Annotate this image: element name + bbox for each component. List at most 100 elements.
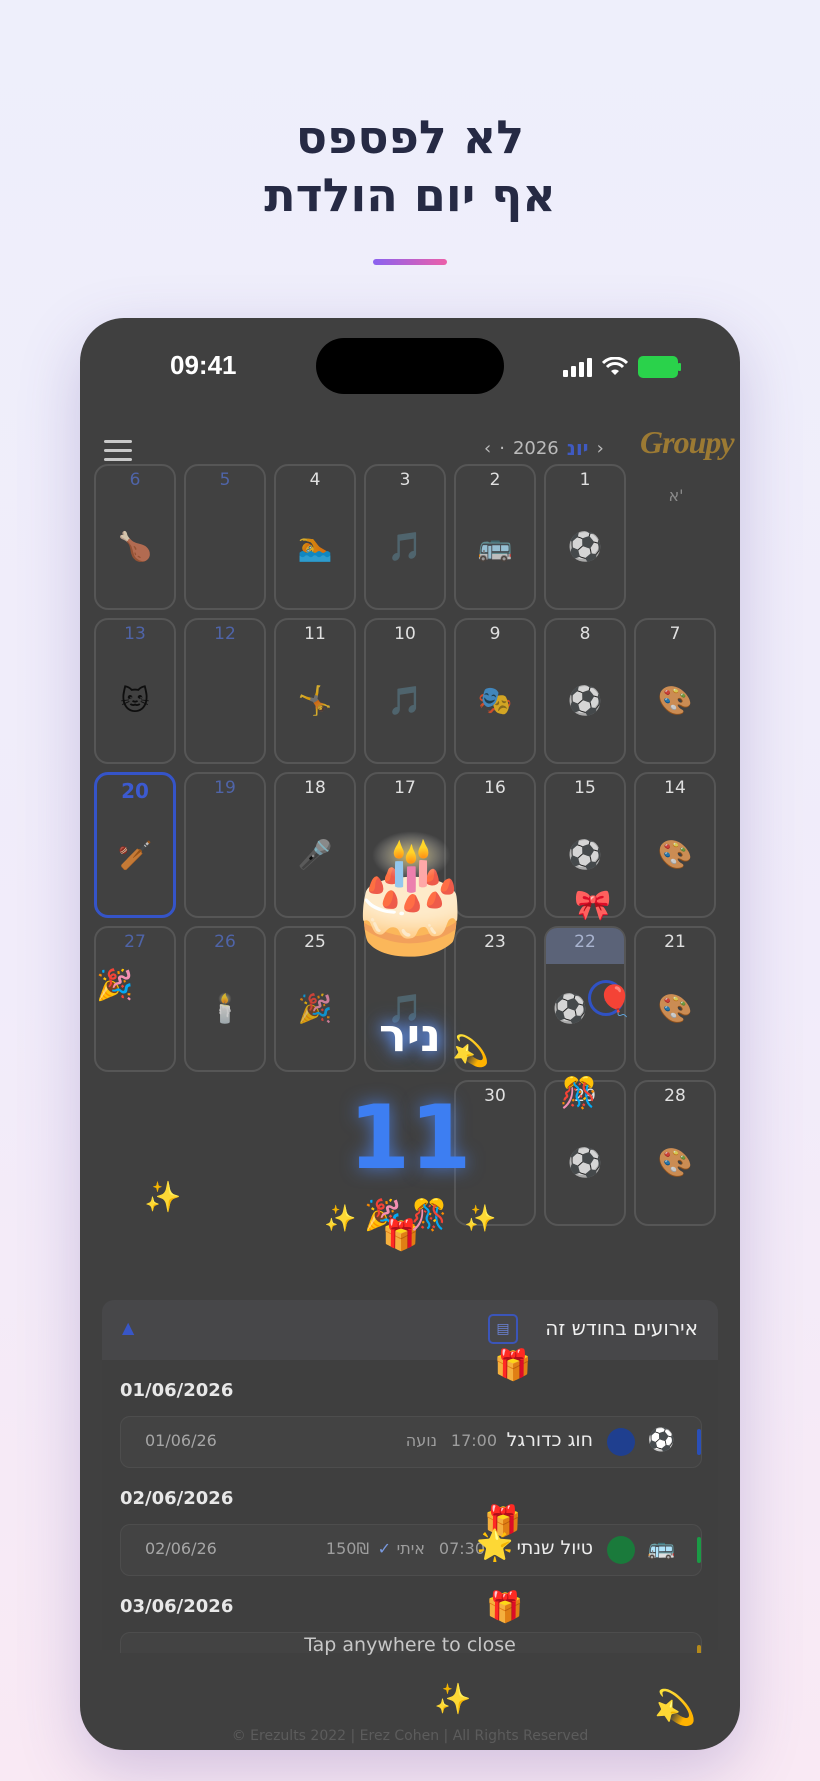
day-event-emoji: 🎭 xyxy=(477,684,513,717)
calendar-day-cell[interactable]: 26 🕯️ xyxy=(184,926,266,1072)
event-date-heading: 03/06/2026 xyxy=(120,1596,234,1617)
dizzy-sparkle-icon: 💫 xyxy=(452,1034,490,1069)
event-price: 150₪ xyxy=(325,1539,369,1558)
nav-separator: · xyxy=(499,437,505,459)
calendar-day-cell[interactable]: 2 🚌 xyxy=(454,464,536,610)
events-section-header[interactable]: אירועים בחודש זה ▤ ▲ xyxy=(102,1300,718,1360)
day-number: 28 xyxy=(664,1086,686,1106)
dizzy-sparkle-icon: 💫 xyxy=(654,1688,697,1728)
calendar-day-cell[interactable]: 6 🍗 xyxy=(94,464,176,610)
balloon-icon: 🎈 xyxy=(596,984,634,1019)
calendar-day-cell[interactable]: 20 🏏 xyxy=(94,772,176,918)
calendar-day-cell[interactable]: 8 ⚽ xyxy=(544,618,626,764)
calendar-day-cell[interactable]: 12 xyxy=(184,618,266,764)
event-title: חוג כדורגל xyxy=(506,1429,593,1451)
star-icon: 🌟 xyxy=(476,1528,514,1563)
sparkles-icon: ✨ xyxy=(464,1204,497,1234)
confetti-ball-icon: 🎊 xyxy=(410,1198,448,1233)
calendar-day-cell[interactable]: 21 🎨 xyxy=(634,926,716,1072)
event-row[interactable]: 🚌 טיול שנתי 07:30 איתי ✓ 150₪ 02/06/26 xyxy=(120,1524,702,1576)
day-event-emoji: 🎨 xyxy=(657,684,693,717)
calendar-day-cell[interactable]: 3 🎵 xyxy=(364,464,446,610)
dynamic-island xyxy=(316,338,504,394)
day-number: 10 xyxy=(394,624,416,644)
tap-to-close-hint[interactable]: Tap anywhere to close xyxy=(80,1634,740,1656)
event-color-dot xyxy=(607,1428,635,1456)
calendar-day-cell[interactable]: 5 xyxy=(184,464,266,610)
day-number: 8 xyxy=(579,624,591,644)
day-number: 7 xyxy=(669,624,681,644)
calendar-day-cell[interactable]: 1 ⚽ xyxy=(544,464,626,610)
day-number: 11 xyxy=(304,624,326,644)
gift-icon: 🎁 xyxy=(486,1590,524,1625)
chevron-right-icon[interactable]: › xyxy=(597,438,604,459)
hamburger-icon[interactable] xyxy=(104,434,132,467)
month-label: יונ xyxy=(566,436,589,460)
accent-divider xyxy=(373,259,447,265)
event-color-bar xyxy=(697,1429,701,1455)
event-color-bar xyxy=(697,1537,701,1563)
headline-line-2: אף יום הולדת xyxy=(264,168,556,222)
day-number: 4 xyxy=(309,470,321,490)
calendar-day-cell[interactable]: 28 🎨 xyxy=(634,1080,716,1226)
event-title: טיול שנתי xyxy=(516,1537,593,1559)
event-date-heading: 02/06/2026 xyxy=(120,1488,234,1509)
event-person: איתי xyxy=(396,1539,425,1558)
event-emoji: ⚽ xyxy=(647,1428,675,1453)
sparkles-icon: ✨ xyxy=(324,1204,357,1234)
status-time: 09:41 xyxy=(170,350,237,380)
day-event-emoji: 🐱 xyxy=(120,684,150,717)
day-event-emoji: 🍗 xyxy=(117,530,153,563)
day-event-emoji: 🎨 xyxy=(657,992,693,1025)
calendar-day-cell[interactable]: 14 🎨 xyxy=(634,772,716,918)
collapse-toggle-icon[interactable]: ▲ xyxy=(122,1318,134,1337)
event-color-dot xyxy=(607,1536,635,1564)
day-number: 20 xyxy=(121,779,149,803)
day-event-emoji: 🎵 xyxy=(387,530,423,563)
promo-headline: לא לפספס אף יום הולדת xyxy=(0,108,820,224)
check-icon: ✓ xyxy=(377,1539,391,1558)
wifi-icon xyxy=(602,357,628,375)
copyright-footer: © Erezults 2022 | Erez Cohen | All Right… xyxy=(231,1728,589,1744)
day-number: 18 xyxy=(304,778,326,798)
calendar-day-cell[interactable]: 13 🐱 xyxy=(94,618,176,764)
calendar-day-cell[interactable]: 9 🎭 xyxy=(454,618,536,764)
calendar-day-cell[interactable]: 10 🎵 xyxy=(364,618,446,764)
battery-icon xyxy=(638,356,681,378)
event-person: נועה xyxy=(405,1431,437,1450)
sparkles-icon: ✨ xyxy=(434,1682,472,1717)
ribbon-bow-icon: 🎀 xyxy=(574,888,612,923)
events-list: 01/06/2026 ⚽ חוג כדורגל 17:00 נועה 01/06… xyxy=(102,1360,718,1653)
month-navigator: ‹ · 2026 יונ › xyxy=(484,436,604,460)
party-popper-icon: 🎉 xyxy=(96,968,134,1003)
day-event-emoji: ⚽ xyxy=(567,530,603,563)
event-emoji: 🚌 xyxy=(647,1536,675,1561)
calendar-day-cell[interactable]: 4 🏊 xyxy=(274,464,356,610)
day-event-emoji: 🏏 xyxy=(117,839,153,872)
day-event-emoji: 🤸 xyxy=(297,684,333,717)
calendar-day-cell[interactable]: 7 🎨 xyxy=(634,618,716,764)
chevron-left-icon[interactable]: ‹ xyxy=(484,438,491,459)
status-icons xyxy=(563,356,681,378)
day-number: 13 xyxy=(124,624,146,644)
day-event-emoji: 🚌 xyxy=(477,530,513,563)
day-number: 1 xyxy=(579,470,591,490)
birthday-cake-icon: 🎂 xyxy=(342,829,479,957)
calendar-day-cell[interactable]: 11 🤸 xyxy=(274,618,356,764)
phone-screen[interactable]: 09:41 ‹ · 2026 יונ › Groupy א'ב'ג'ד'ה'ו'… xyxy=(80,318,740,1750)
day-number: 27 xyxy=(124,932,146,952)
chart-icon[interactable]: ▤ xyxy=(488,1314,518,1344)
day-number: 5 xyxy=(219,470,231,490)
day-number: 21 xyxy=(664,932,686,952)
event-row[interactable]: ⚽ חוג כדורגל 17:00 נועה 01/06/26 xyxy=(120,1416,702,1468)
day-number: 6 xyxy=(129,470,141,490)
cellular-signal-icon xyxy=(563,357,592,377)
birthday-name: ניר xyxy=(378,1008,442,1062)
day-event-emoji: 🕯️ xyxy=(207,992,243,1025)
day-event-emoji: 🎨 xyxy=(657,1146,693,1179)
day-event-emoji: ⚽ xyxy=(567,838,603,871)
calendar-day-cell[interactable]: 19 xyxy=(184,772,266,918)
day-number: 15 xyxy=(574,778,596,798)
day-number: 9 xyxy=(489,624,501,644)
event-date: 02/06/26 xyxy=(145,1539,217,1558)
